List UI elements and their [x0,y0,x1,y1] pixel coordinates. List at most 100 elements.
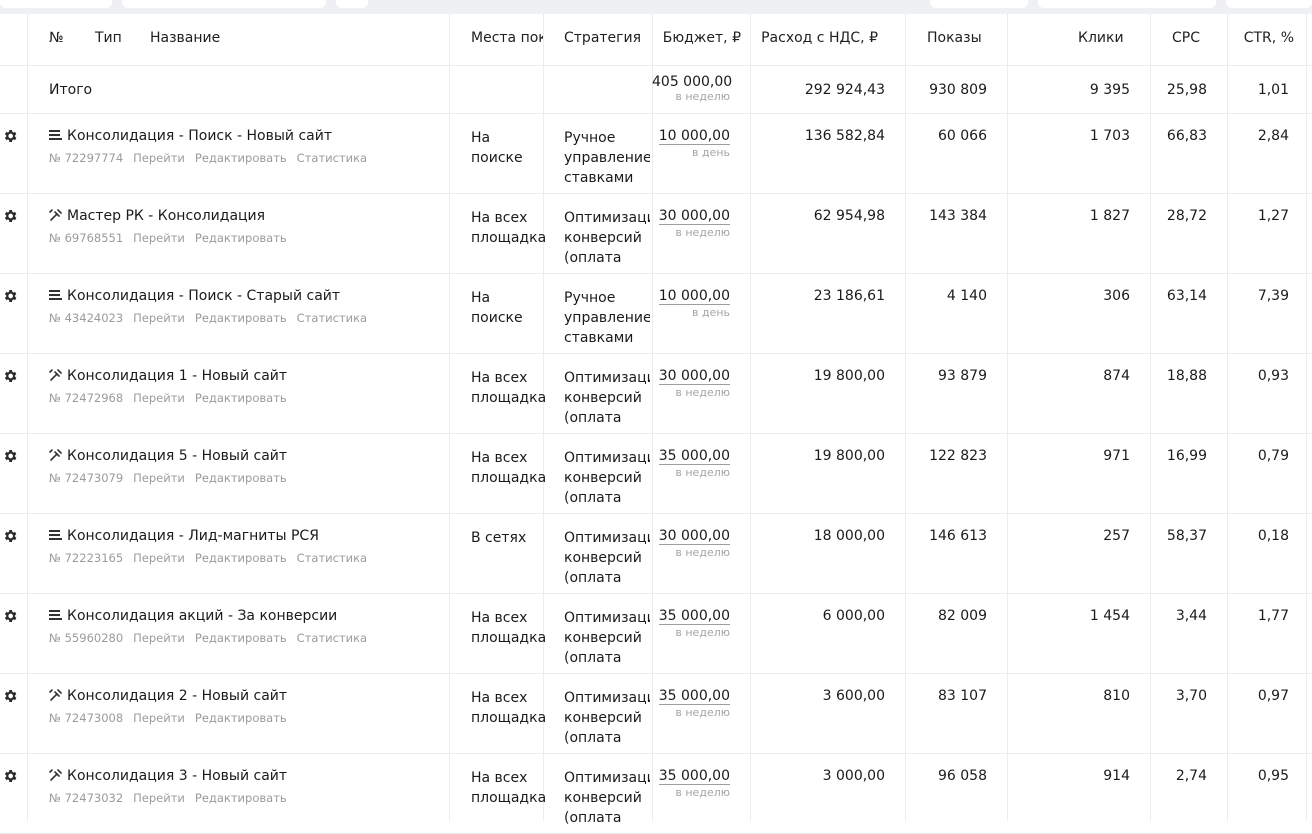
campaign-name[interactable]: Консолидация - Поиск - Новый сайт [49,128,332,144]
col-header-cpc[interactable]: CPC [1172,30,1200,46]
budget-amount[interactable]: 35 000,00 [658,768,730,785]
clicks-cell: 1 827 [1089,208,1130,224]
impressions-cell: 96 058 [938,768,987,784]
edit-link[interactable]: Редактировать [195,311,287,325]
edit-link[interactable]: Редактировать [195,231,287,245]
edit-link[interactable]: Редактировать [195,711,287,725]
go-link[interactable]: Перейти [133,311,185,325]
edit-link[interactable]: Редактировать [195,391,287,405]
stats-link[interactable]: Статистика [297,311,367,325]
col-header-name[interactable]: Название [150,30,220,46]
campaign-name-text[interactable]: Консолидация 2 - Новый сайт [67,688,287,704]
campaign-name[interactable]: Консолидация акций - За конверсии [49,608,337,624]
stats-link[interactable]: Статистика [297,551,367,565]
campaign-name-text[interactable]: Мастер РК - Консолидация [67,208,265,224]
col-header-ctr[interactable]: CTR, % [1227,30,1294,46]
table-row: Консолидация 2 - Новый сайт № 72473008 Пер… [0,674,1312,754]
settings-gear-icon[interactable] [2,448,18,464]
master-campaign-icon [49,769,62,781]
placement-cell: На всех площадка [471,770,545,806]
go-link[interactable]: Перейти [133,151,185,165]
go-link[interactable]: Перейти [133,711,185,725]
master-campaign-icon [49,449,62,461]
edit-link[interactable]: Редактировать [195,791,287,805]
budget-amount[interactable]: 10 000,00 [658,288,730,305]
budget-amount[interactable]: 30 000,00 [658,208,730,225]
toolbar-control[interactable] [1226,0,1312,8]
go-link[interactable]: Перейти [133,551,185,565]
budget-amount[interactable]: 10 000,00 [658,128,730,145]
go-link[interactable]: Перейти [133,391,185,405]
stats-link[interactable]: Статистика [297,151,367,165]
campaign-name-text[interactable]: Консолидация - Поиск - Новый сайт [67,128,332,144]
go-link[interactable]: Перейти [133,791,185,805]
toolbar-control[interactable] [0,0,112,8]
campaign-meta: № 43424023 Перейти Редактировать Статистика [49,311,377,325]
budget-amount[interactable]: 35 000,00 [658,448,730,465]
settings-gear-icon[interactable] [2,208,18,224]
placement-cell: На всех площадка [471,690,545,726]
settings-gear-icon[interactable] [2,128,18,144]
settings-gear-icon[interactable] [2,688,18,704]
campaign-name-text[interactable]: Консолидация - Поиск - Старый сайт [67,288,340,304]
budget-amount[interactable]: 30 000,00 [658,528,730,545]
campaign-meta: № 72297774 Перейти Редактировать Статистика [49,151,377,165]
col-header-impressions[interactable]: Показы [927,30,982,46]
settings-gear-icon[interactable] [2,288,18,304]
edit-link[interactable]: Редактировать [195,151,287,165]
campaign-name-text[interactable]: Консолидация 5 - Новый сайт [67,448,287,464]
toolbar-control[interactable] [930,0,1028,8]
campaigns-table: № Тип Название Места пок Стратегия Бюдже… [0,14,1312,834]
col-header-spend[interactable]: Расход с НДС, ₽ [750,30,878,46]
edit-link[interactable]: Редактировать [195,551,287,565]
table-row: Консолидация - Лид-магниты РСЯ № 72223165… [0,514,1312,594]
col-header-clicks[interactable]: Клики [1078,30,1124,46]
stats-link[interactable]: Статистика [297,631,367,645]
edit-link[interactable]: Редактировать [195,631,287,645]
cpc-cell: 58,37 [1166,528,1207,544]
col-header-budget[interactable]: Бюджет, ₽ [652,30,741,46]
settings-gear-icon[interactable] [2,528,18,544]
col-header-type[interactable]: Тип [95,30,122,46]
settings-gear-icon[interactable] [2,608,18,624]
toolbar-control[interactable] [122,0,326,8]
strategy-cell: Оптимизаци конверсий (оплата [564,530,650,586]
campaign-meta: № 72473032 Перейти Редактировать [49,791,297,805]
col-header-places[interactable]: Места пок [471,30,543,46]
campaign-name[interactable]: Консолидация 2 - Новый сайт [49,688,287,704]
campaign-name[interactable]: Консолидация 1 - Новый сайт [49,368,287,384]
budget-amount[interactable]: 30 000,00 [658,368,730,385]
col-header-number[interactable]: № [49,30,64,46]
campaign-name[interactable]: Мастер РК - Консолидация [49,208,265,224]
go-link[interactable]: Перейти [133,231,185,245]
campaign-name-text[interactable]: Консолидация - Лид-магниты РСЯ [67,528,319,544]
campaign-name[interactable]: Консолидация 3 - Новый сайт [49,768,287,784]
settings-gear-icon[interactable] [2,768,18,784]
campaign-name-text[interactable]: Консолидация акций - За конверсии [67,608,337,624]
toolbar-control[interactable] [1038,0,1216,8]
budget-amount[interactable]: 35 000,00 [658,608,730,625]
master-campaign-icon [49,369,62,381]
campaign-name-text[interactable]: Консолидация 1 - Новый сайт [67,368,287,384]
impressions-cell: 83 107 [938,688,987,704]
campaign-name[interactable]: Консолидация 5 - Новый сайт [49,448,287,464]
clicks-cell: 1 703 [1089,128,1130,144]
campaign-name[interactable]: Консолидация - Лид-магниты РСЯ [49,528,319,544]
edit-link[interactable]: Редактировать [195,471,287,485]
campaign-name-text[interactable]: Консолидация 3 - Новый сайт [67,768,287,784]
budget-amount[interactable]: 35 000,00 [658,688,730,705]
budget-period: в неделю [675,466,730,479]
settings-gear-icon[interactable] [2,368,18,384]
go-link[interactable]: Перейти [133,631,185,645]
spend-cell: 62 954,98 [813,208,885,224]
go-link[interactable]: Перейти [133,471,185,485]
toolbar-control[interactable] [336,0,368,8]
top-toolbar-strip [0,0,1312,14]
placement-cell: На всех площадка [471,370,545,406]
table-row: Консолидация 5 - Новый сайт № 72473079 Пер… [0,434,1312,514]
table-row: Консолидация - Поиск - Новый сайт № 72297… [0,114,1312,194]
campaign-name[interactable]: Консолидация - Поиск - Старый сайт [49,288,340,304]
ctr-cell: 0,93 [1257,368,1289,384]
col-header-strategy[interactable]: Стратегия [564,30,641,46]
budget-cell: 10 000,00 в день [652,128,730,159]
